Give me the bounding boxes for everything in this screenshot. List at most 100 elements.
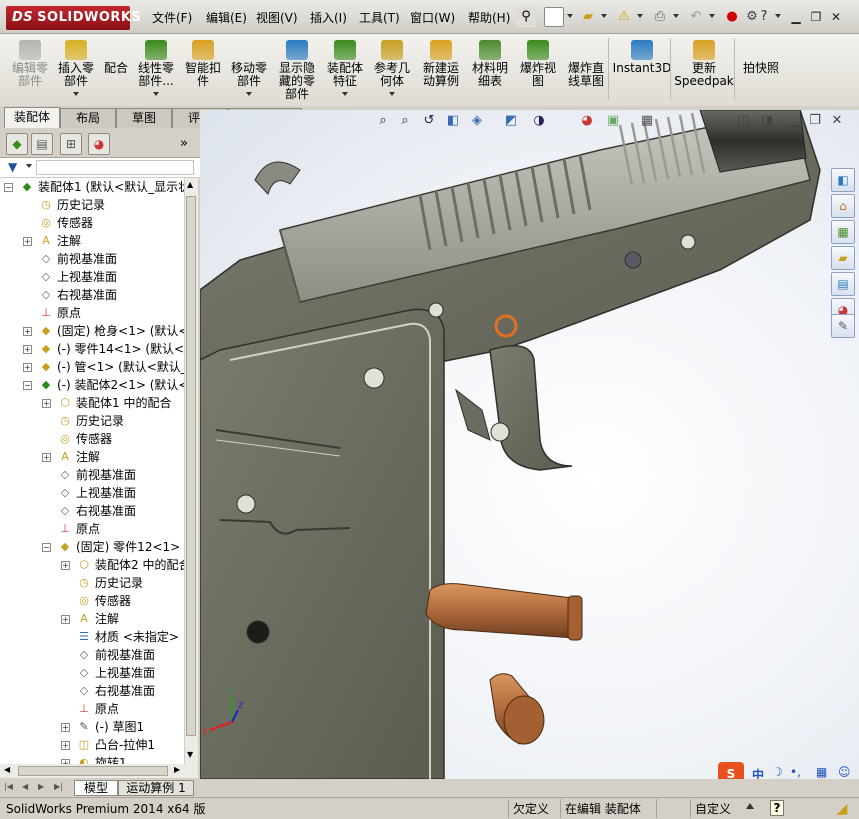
expand-icon[interactable]: + [42,399,51,408]
filter-icon[interactable]: ▼ [8,160,17,174]
ribbon-dropdown-icon[interactable] [389,92,395,96]
ribbon-button-12[interactable]: 爆炸直 线草图 [562,38,610,102]
tree-item[interactable]: ◇ 上视基准面 [0,664,184,682]
tab-motion-study[interactable]: 运动算例 1 [118,780,194,796]
new-dropdown-icon[interactable] [567,14,573,18]
tree-item[interactable]: ⊥ 原点 [0,520,184,538]
ribbon-dropdown-icon[interactable] [342,92,348,96]
ribbon-button-4[interactable]: 智能扣 件 [180,38,226,102]
display-style-icon[interactable]: ◩ [502,112,520,130]
tree-item[interactable]: ◷ 历史记录 [0,196,184,214]
pin-icon[interactable]: ⚲ [516,7,536,27]
scroll-right-icon[interactable]: ▶ [174,765,180,774]
expand-icon[interactable]: + [23,345,32,354]
new-document-icon[interactable] [544,7,564,27]
tab-last-icon[interactable]: ▶| [54,782,63,791]
unit-menu-icon[interactable] [746,803,754,809]
ribbon-button-14[interactable]: 更新 Speedpak [674,38,734,102]
warning-icon[interactable]: ⚠ [614,7,634,27]
ribbon-button-7[interactable]: 装配体 特征 [322,38,368,102]
tree-item[interactable]: ◎ 传感器 [0,430,184,448]
viewport-tile-icon[interactable]: ◫ [734,112,752,130]
tree-item[interactable]: + ✎ (-) 草图1 [0,718,184,736]
collapse-icon[interactable]: − [4,183,13,192]
horizontal-scroll-thumb[interactable] [18,766,168,776]
tree-item[interactable]: −◆ (-) 装配体2<1> (默认<默 [0,376,184,394]
view-palette-icon[interactable]: ▤ [831,272,855,296]
configuration-manager-tab-icon[interactable]: ⊞ [60,133,82,155]
minimize-icon[interactable]: ▁ [786,8,806,26]
viewport-minimize-icon[interactable]: ▁ [786,112,804,130]
expand-panel-icon[interactable]: » [180,136,188,151]
expand-icon[interactable]: + [42,453,51,462]
punctuation-icon[interactable]: •, [790,765,801,779]
unit-system[interactable]: 自定义 [690,799,742,818]
ribbon-dropdown-icon[interactable] [153,92,159,96]
tree-item[interactable]: + ◐ 旋转1 [0,754,184,764]
filter-input[interactable] [36,160,194,175]
ribbon-button-6[interactable]: 显示隐 藏的零 部件 [274,38,320,102]
ribbon-button-3[interactable]: 线性零 部件... [134,38,178,102]
menu-item-0[interactable]: 文件(F) [150,9,194,27]
menu-item-5[interactable]: 窗口(W) [408,9,457,27]
tree-horizontal-scrollbar[interactable]: ◀ ▶ [0,764,198,778]
help-question-icon[interactable]: ? [754,7,774,27]
custom-properties-icon[interactable]: ✎ [831,314,855,338]
ribbon-button-15[interactable]: 拍快照 [738,38,784,102]
tree-item[interactable]: ⊥ 原点 [0,304,184,322]
tree-item[interactable]: + A 注解 [0,448,184,466]
bullet-2[interactable] [489,673,545,745]
tab-0[interactable]: 装配体 [4,107,60,128]
tree-item[interactable]: ◇ 右视基准面 [0,286,184,304]
expand-icon[interactable]: + [61,561,70,570]
view-settings-icon[interactable]: ▦ [638,112,656,130]
help-status-icon[interactable]: ? [770,800,784,816]
print-icon[interactable]: ⎙ [650,7,670,27]
menu-item-2[interactable]: 视图(V) [254,9,300,27]
half-width-icon[interactable]: ☽ [772,765,783,779]
previous-view-icon[interactable]: ↺ [420,112,438,130]
tree-item[interactable]: −◆ (固定) 零件12<1> (默 [0,538,184,556]
print-dropdown-icon[interactable] [673,14,679,18]
tab-1[interactable]: 布局 [60,108,116,128]
tree-item[interactable]: ◇ 前视基准面 [0,466,184,484]
expand-icon[interactable]: + [23,327,32,336]
display-manager-tab-icon[interactable]: ◕ [88,133,110,155]
collapse-icon[interactable]: − [42,543,51,552]
property-manager-tab-icon[interactable]: ▤ [31,133,53,155]
tab-2[interactable]: 草图 [116,108,172,128]
tree-item[interactable]: + A 注解 [0,610,184,628]
ribbon-button-0[interactable]: 编辑零 部件 [6,38,54,102]
undo-icon[interactable]: ↶ [686,7,706,27]
appearance-icon[interactable]: ◕ [578,112,596,130]
tree-scroll-thumb[interactable] [186,196,196,736]
scroll-left-icon[interactable]: ◀ [4,765,10,774]
tree-item[interactable]: ◷ 历史记录 [0,412,184,430]
collapse-icon[interactable]: − [23,381,32,390]
close-icon[interactable]: ✕ [826,8,846,26]
tree-item[interactable]: + ◆ (-) 管<1> (默认<默认_显 [0,358,184,376]
tree-item[interactable]: + A 注解 [0,232,184,250]
ribbon-button-10[interactable]: 材料明 细表 [466,38,514,102]
menu-item-1[interactable]: 编辑(E) [204,9,249,27]
traffic-light-icon[interactable]: ● [722,7,742,27]
tree-item[interactable]: ◇ 上视基准面 [0,268,184,286]
tab-prev-icon[interactable]: ◀ [22,782,28,791]
zoom-to-area-icon[interactable]: ⌕ [396,112,414,130]
viewport-next-icon[interactable]: ◨ [758,112,776,130]
scroll-down-icon[interactable]: ▼ [187,750,193,759]
menu-item-6[interactable]: 帮助(H) [466,9,512,27]
tree-item[interactable]: − ◆ 装配体1 (默认<默认_显示状 [0,178,184,196]
viewport-close-icon[interactable]: ✕ [828,112,846,130]
view-orientation-icon[interactable]: ◈ [468,112,486,130]
tree-item[interactable]: ◇ 上视基准面 [0,484,184,502]
file-explorer-icon[interactable]: ▰ [831,246,855,270]
task-pane-resources-icon[interactable]: ◧ [831,168,855,192]
design-library-icon[interactable]: ▦ [831,220,855,244]
expand-icon[interactable]: + [23,363,32,372]
tree-item[interactable]: ◇ 右视基准面 [0,502,184,520]
expand-icon[interactable]: + [61,741,70,750]
gun-model-render[interactable]: Y X Z [200,110,859,779]
undo-dropdown-icon[interactable] [709,14,715,18]
ribbon-button-13[interactable]: Instant3D [612,38,672,102]
